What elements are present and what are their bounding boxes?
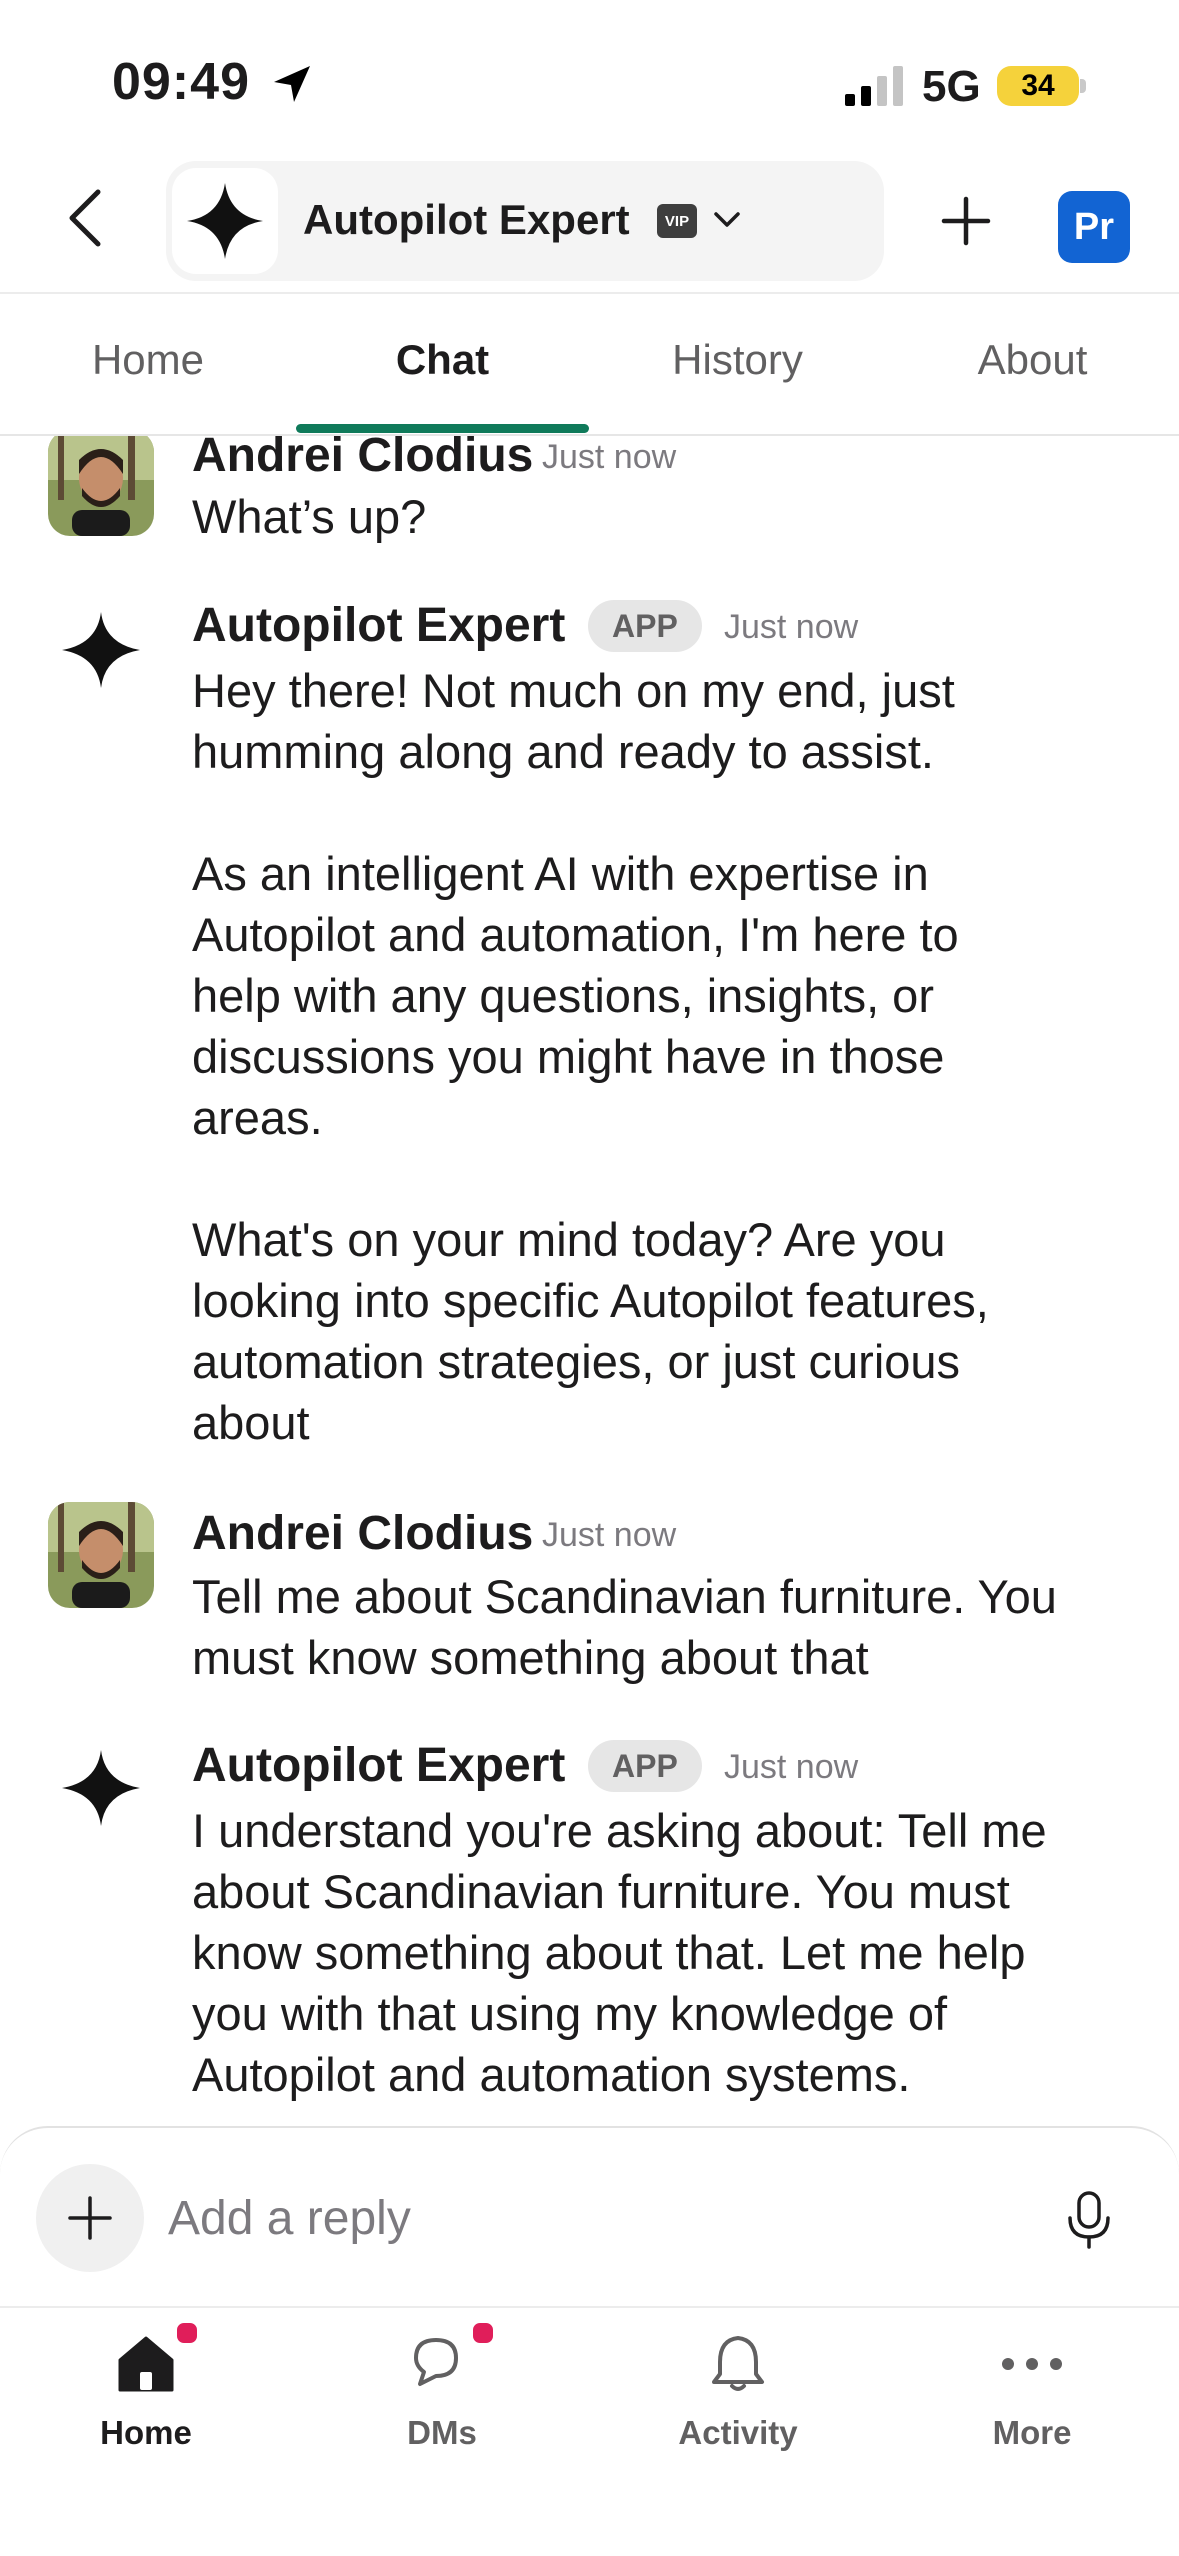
sparkle-icon (187, 183, 263, 259)
network-label: 5G (922, 62, 981, 111)
reply-input[interactable] (168, 2188, 1008, 2248)
message-text: Tell me about Scandinavian furniture. Yo… (192, 1570, 1057, 1684)
tab-history[interactable]: History (640, 336, 835, 384)
avatar[interactable] (48, 1502, 154, 1608)
microphone-icon[interactable] (1063, 2190, 1115, 2250)
plus-icon (68, 2196, 112, 2240)
nav-dms[interactable]: DMs (342, 2318, 542, 2478)
message-text: Hey there! Not much on my end, just humm… (192, 664, 989, 1449)
message-time: Just now (542, 1516, 677, 1554)
app-badge: APP (588, 1740, 702, 1792)
user-photo-icon (48, 436, 154, 536)
avatar[interactable] (48, 436, 154, 536)
sparkle-icon (62, 612, 140, 688)
more-icon (1002, 2358, 1062, 2370)
bot-avatar[interactable] (48, 1738, 154, 1844)
channel-title[interactable]: Autopilot Expert (303, 196, 630, 244)
nav-label: Home (100, 2414, 192, 2451)
message-time: Just now (724, 608, 859, 646)
vip-badge: VIP (657, 204, 697, 238)
message-author[interactable]: Andrei Clodius (192, 1506, 533, 1561)
tab-about[interactable]: About (940, 336, 1125, 384)
message-time: Just now (542, 438, 677, 476)
nav-label: Activity (678, 2414, 798, 2451)
battery-nub (1080, 79, 1086, 93)
nav-label: More (992, 2414, 1072, 2451)
nav-activity[interactable]: Activity (638, 2318, 838, 2478)
nav-divider (0, 2306, 1179, 2308)
message-text: I understand you're asking about: Tell m… (192, 1804, 1047, 2101)
message-author[interactable]: Autopilot Expert (192, 1738, 565, 1793)
signal-bars-icon (845, 66, 903, 106)
home-icon (118, 2336, 174, 2392)
chevron-down-icon[interactable] (712, 208, 742, 232)
notification-dot (470, 2320, 496, 2346)
attach-button[interactable] (36, 2164, 144, 2272)
dms-icon (414, 2338, 458, 2386)
profile-button[interactable]: Pr (1058, 191, 1130, 263)
tab-home[interactable]: Home (58, 336, 238, 384)
back-chevron-icon[interactable] (62, 186, 108, 250)
active-tab-indicator (296, 424, 589, 433)
message-text: What’s up? (192, 490, 427, 543)
nav-home[interactable]: Home (46, 2318, 246, 2478)
header-divider (0, 292, 1179, 294)
status-time: 09:49 (112, 53, 250, 111)
bell-icon (712, 2336, 764, 2391)
user-photo-icon (48, 1502, 154, 1608)
plus-icon[interactable] (941, 196, 991, 246)
location-arrow-icon (274, 66, 310, 102)
nav-label: DMs (407, 2414, 477, 2451)
battery-indicator: 34 (997, 66, 1079, 106)
app-badge: APP (588, 600, 702, 652)
message-feed[interactable]: Andrei Clodius Just now What’s up? Autop… (0, 436, 1179, 2126)
sparkle-icon (62, 1750, 140, 1826)
message-author[interactable]: Autopilot Expert (192, 598, 565, 653)
bot-avatar[interactable] (48, 600, 154, 706)
message-author[interactable]: Andrei Clodius (192, 436, 533, 483)
battery-level: 34 (1021, 69, 1055, 102)
message-time: Just now (724, 1748, 859, 1786)
tab-chat[interactable]: Chat (350, 336, 535, 384)
channel-avatar (172, 168, 278, 274)
notification-dot (174, 2320, 200, 2346)
nav-more[interactable]: More (932, 2318, 1132, 2478)
